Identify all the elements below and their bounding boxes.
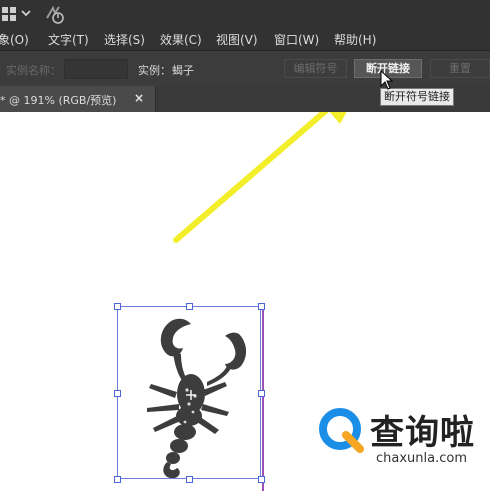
chevron-down-icon[interactable] bbox=[20, 7, 32, 19]
resize-handle[interactable] bbox=[186, 476, 193, 483]
search-logo-icon bbox=[319, 408, 364, 453]
site-watermark: 查询啦 chaxunla.com bbox=[316, 397, 486, 477]
selection-bounding-box bbox=[117, 306, 261, 479]
resize-handle[interactable] bbox=[258, 476, 265, 483]
control-bar: 实例名称： 实例： 蝎子 编辑符号 断开链接 重置 bbox=[0, 51, 490, 87]
instance-value: 蝎子 bbox=[172, 64, 194, 77]
menu-window[interactable]: 窗口(W) bbox=[274, 31, 319, 48]
document-tab-label: * @ 191% (RGB/预览) bbox=[0, 94, 117, 107]
watermark-title: 查询啦 bbox=[370, 413, 475, 453]
close-tab-icon[interactable]: × bbox=[134, 91, 144, 105]
gpu-performance-icon[interactable] bbox=[44, 4, 66, 24]
resize-handle[interactable] bbox=[258, 303, 265, 310]
watermark-url: chaxunla.com bbox=[376, 451, 467, 466]
artboard-canvas[interactable]: 查询啦 chaxunla.com bbox=[0, 112, 490, 491]
instance-name-label: 实例名称： bbox=[6, 64, 61, 77]
menu-help[interactable]: 帮助(H) bbox=[334, 31, 376, 48]
workspace-grid-icon[interactable] bbox=[2, 7, 16, 21]
menu-effect[interactable]: 效果(C) bbox=[160, 31, 202, 48]
menu-view[interactable]: 视图(V) bbox=[216, 31, 258, 48]
resize-handle[interactable] bbox=[114, 476, 121, 483]
menu-select[interactable]: 选择(S) bbox=[104, 31, 145, 48]
title-bar bbox=[0, 0, 490, 28]
resize-handle[interactable] bbox=[114, 303, 121, 310]
resize-handle[interactable] bbox=[258, 390, 265, 397]
menu-object[interactable]: 象(O) bbox=[0, 31, 29, 48]
resize-handle[interactable] bbox=[186, 303, 193, 310]
document-tab[interactable]: * @ 191% (RGB/预览) × bbox=[0, 86, 156, 112]
reset-button[interactable]: 重置 bbox=[430, 59, 490, 78]
instance-name-input[interactable] bbox=[64, 59, 128, 79]
menu-type[interactable]: 文字(T) bbox=[48, 31, 89, 48]
resize-handle[interactable] bbox=[114, 390, 121, 397]
menu-bar: 象(O) 文字(T) 选择(S) 效果(C) 视图(V) 窗口(W) 帮助(H) bbox=[0, 28, 490, 51]
instance-label: 实例： bbox=[138, 64, 171, 77]
mouse-pointer-icon bbox=[380, 70, 394, 90]
edit-symbol-button[interactable]: 编辑符号 bbox=[284, 59, 347, 78]
tooltip: 断开符号链接 bbox=[380, 88, 454, 106]
